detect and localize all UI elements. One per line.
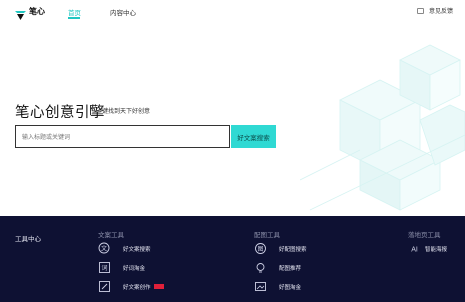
landing-tools-title: 落地页工具 [408,232,441,239]
ai-poster-icon: AI [408,242,421,255]
hero-section: 笔心创意引擎 一键找到天下好创意 好文案搜索 [0,22,465,216]
title-divider [90,105,91,115]
tool-label: 好文案创作 [123,284,151,291]
nav-content-center[interactable]: 内容中心 [110,7,136,17]
isometric-illustration [300,44,465,211]
logo[interactable]: 笔心 [15,6,45,20]
tool-word-gold[interactable]: 词 好词淘金 [98,261,145,274]
copy-create-icon [98,280,111,293]
new-badge [153,284,164,289]
svg-text:图: 图 [257,246,263,253]
tool-image-recommend[interactable]: 配图推荐 [254,261,301,274]
image-recommend-icon [254,261,267,274]
svg-text:AI: AI [411,247,418,254]
tool-label: 好词淘金 [123,265,146,272]
nav-active-indicator [68,17,80,19]
feedback-link[interactable]: 意见反馈 [416,6,453,15]
tool-image-search[interactable]: 图 好配图搜索 [254,242,307,255]
search-input[interactable] [16,127,229,149]
tool-image-gold[interactable]: 好图淘金 [254,280,301,293]
tool-ai-poster[interactable]: AI 智能海报 [408,242,447,255]
tool-label: 好文案搜索 [123,246,151,253]
tool-copy-create[interactable]: 好文案创作 [98,280,164,293]
search-box [15,125,230,149]
image-search-icon: 图 [254,242,267,255]
feedback-icon [416,7,424,14]
hero-subtitle: 一键找到天下好创意 [96,109,151,115]
hero-title: 笔心创意引擎 [15,105,105,121]
search-button[interactable]: 好文案搜索 [231,125,276,148]
tool-copy-search[interactable]: 文 好文案搜索 [98,242,151,255]
image-tools-title: 配图工具 [254,232,280,239]
top-header: 笔心 首页 内容中心 意见反馈 [0,0,465,22]
svg-text:词: 词 [101,264,107,272]
logo-icon [15,7,26,20]
tool-label: 配图推荐 [279,265,302,272]
tools-center-label: 工具中心 [15,236,41,243]
word-gold-icon: 词 [98,261,111,274]
logo-text: 笔心 [29,7,45,16]
tool-label: 好配图搜索 [279,246,307,253]
image-gold-icon [254,280,267,293]
tool-label: 智能海报 [425,246,448,253]
copy-tools-title: 文案工具 [98,232,124,239]
svg-text:文: 文 [101,244,107,252]
feedback-label: 意见反馈 [428,9,453,15]
tools-footer: 工具中心 文案工具 文 好文案搜索 词 好词淘金 好文案创作 配图工具 图 好配… [0,216,465,302]
copy-search-icon: 文 [98,242,111,255]
tool-label: 好图淘金 [279,284,302,291]
nav-home[interactable]: 首页 [68,7,81,17]
